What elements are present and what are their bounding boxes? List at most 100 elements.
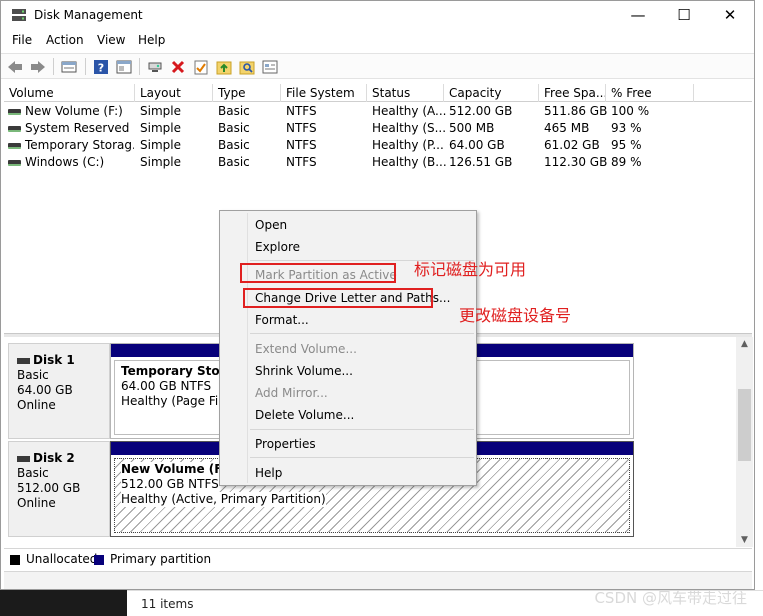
connect-icon[interactable] bbox=[146, 58, 164, 75]
title-bar[interactable]: Disk Management — ☐ ✕ bbox=[1, 1, 754, 31]
volume-type: Basic bbox=[218, 155, 250, 169]
delete-icon[interactable] bbox=[169, 58, 187, 75]
volume-status: Healthy (A... bbox=[372, 104, 447, 118]
check-icon[interactable] bbox=[192, 58, 210, 75]
table-row[interactable]: New Volume (F:) Simple Basic NTFS Health… bbox=[4, 103, 752, 120]
disk-icon bbox=[17, 357, 30, 364]
disk-list-icon[interactable] bbox=[60, 58, 78, 75]
legend-primary-partition: Primary partition bbox=[110, 552, 212, 566]
volume-type: Basic bbox=[218, 138, 250, 152]
menu-action[interactable]: Action bbox=[46, 33, 84, 47]
disk-2-label[interactable]: Disk 2 Basic 512.00 GB Online bbox=[8, 441, 110, 537]
column-free-space[interactable]: Free Spa... bbox=[539, 84, 606, 102]
column-volume[interactable]: Volume bbox=[4, 84, 135, 102]
back-icon[interactable] bbox=[6, 58, 24, 75]
disk-type: Basic bbox=[17, 368, 49, 382]
help-icon[interactable]: ? bbox=[92, 58, 110, 75]
maximize-button[interactable]: ☐ bbox=[661, 1, 707, 31]
disk-size: 64.00 GB bbox=[17, 383, 73, 397]
legend-unallocated: Unallocated bbox=[26, 552, 98, 566]
disk-state: Online bbox=[17, 496, 56, 510]
column-percent-free[interactable]: % Free bbox=[606, 84, 694, 102]
table-row[interactable]: Windows (C:) Simple Basic NTFS Healthy (… bbox=[4, 154, 752, 171]
unallocated-swatch bbox=[10, 555, 20, 565]
watermark: CSDN @风车带走过往 bbox=[594, 589, 747, 607]
menu-item-help[interactable]: Help bbox=[255, 466, 282, 480]
console-icon[interactable] bbox=[261, 58, 279, 75]
volume-name: Temporary Storag... bbox=[25, 138, 134, 152]
window-title: Disk Management bbox=[34, 8, 143, 22]
menu-item-properties[interactable]: Properties bbox=[255, 437, 316, 451]
menu-item-open[interactable]: Open bbox=[255, 218, 287, 232]
volume-file-system: NTFS bbox=[286, 104, 317, 118]
menu-item-explore[interactable]: Explore bbox=[255, 240, 300, 254]
menu-separator bbox=[250, 457, 474, 458]
disk-name: Disk 1 bbox=[33, 353, 75, 367]
search-icon[interactable] bbox=[238, 58, 256, 75]
volume-name: System Reserved bbox=[25, 121, 130, 135]
volume-capacity: 126.51 GB bbox=[449, 155, 513, 169]
column-capacity[interactable]: Capacity bbox=[444, 84, 539, 102]
volume-layout: Simple bbox=[140, 121, 181, 135]
disk-size: 512.00 GB bbox=[17, 481, 81, 495]
menu-item-delete-volume[interactable]: Delete Volume... bbox=[255, 408, 354, 422]
properties-icon[interactable] bbox=[115, 58, 133, 75]
scroll-up-icon[interactable]: ▲ bbox=[736, 337, 753, 351]
scroll-down-icon[interactable]: ▼ bbox=[736, 533, 753, 547]
menu-item-format[interactable]: Format... bbox=[255, 313, 309, 327]
volume-name: New Volume (F:) bbox=[25, 104, 123, 118]
annotation-mark-active: 标记磁盘为可用 bbox=[414, 260, 527, 279]
vertical-scrollbar[interactable]: ▲ ▼ bbox=[736, 337, 753, 547]
volume-status: Healthy (S... bbox=[372, 121, 447, 135]
volume-layout: Simple bbox=[140, 155, 181, 169]
folder-up-icon[interactable] bbox=[215, 58, 233, 75]
volume-free-space: 61.02 GB bbox=[544, 138, 600, 152]
close-button[interactable]: ✕ bbox=[707, 1, 753, 31]
column-file-system[interactable]: File System bbox=[281, 84, 367, 102]
disk-1-label[interactable]: Disk 1 Basic 64.00 GB Online bbox=[8, 343, 110, 439]
column-layout[interactable]: Layout bbox=[135, 84, 213, 102]
toolbar-separator bbox=[85, 58, 86, 75]
volume-free-space: 112.30 GB bbox=[544, 155, 608, 169]
volume-icon bbox=[8, 159, 21, 166]
table-row[interactable]: Temporary Storag... Simple Basic NTFS He… bbox=[4, 137, 752, 154]
volume-free-space: 511.86 GB bbox=[544, 104, 608, 118]
column-status[interactable]: Status bbox=[367, 84, 444, 102]
highlight-change-letter bbox=[243, 288, 433, 308]
disk-icon bbox=[17, 455, 30, 462]
volume-layout: Simple bbox=[140, 104, 181, 118]
svg-text:?: ? bbox=[98, 61, 104, 74]
partition-status: Healthy (Active, Primary Partition) bbox=[121, 492, 326, 507]
menu-separator bbox=[250, 429, 474, 430]
annotation-change-letter: 更改磁盘设备号 bbox=[459, 306, 572, 325]
volume-icon bbox=[8, 108, 21, 115]
highlight-mark-active bbox=[240, 263, 396, 283]
volume-percent-free: 95 % bbox=[611, 138, 642, 152]
volume-percent-free: 93 % bbox=[611, 121, 642, 135]
menu-gutter bbox=[247, 213, 248, 483]
status-bar bbox=[4, 571, 752, 589]
menu-item-add-mirror: Add Mirror... bbox=[255, 386, 328, 400]
volume-icon bbox=[8, 125, 21, 132]
volume-status: Healthy (P... bbox=[372, 138, 444, 152]
menu-item-extend-volume: Extend Volume... bbox=[255, 342, 357, 356]
minimize-button[interactable]: — bbox=[615, 1, 661, 31]
menu-help[interactable]: Help bbox=[138, 33, 165, 47]
volume-capacity: 512.00 GB bbox=[449, 104, 513, 118]
scroll-thumb[interactable] bbox=[738, 389, 751, 461]
menu-view[interactable]: View bbox=[97, 33, 125, 47]
disk-name: Disk 2 bbox=[33, 451, 75, 465]
menu-file[interactable]: File bbox=[12, 33, 32, 47]
background-item-count: 11 items bbox=[141, 597, 194, 611]
volume-percent-free: 100 % bbox=[611, 104, 650, 118]
menu-item-shrink-volume[interactable]: Shrink Volume... bbox=[255, 364, 353, 378]
forward-icon[interactable] bbox=[29, 58, 47, 75]
menu-bar: File Action View Help bbox=[1, 31, 754, 51]
column-type[interactable]: Type bbox=[213, 84, 281, 102]
volume-type: Basic bbox=[218, 121, 250, 135]
volume-name: Windows (C:) bbox=[25, 155, 105, 169]
primary-partition-swatch bbox=[94, 555, 104, 565]
volume-file-system: NTFS bbox=[286, 155, 317, 169]
table-row[interactable]: System Reserved Simple Basic NTFS Health… bbox=[4, 120, 752, 137]
partition-name: New Volume (F:) bbox=[121, 462, 233, 477]
